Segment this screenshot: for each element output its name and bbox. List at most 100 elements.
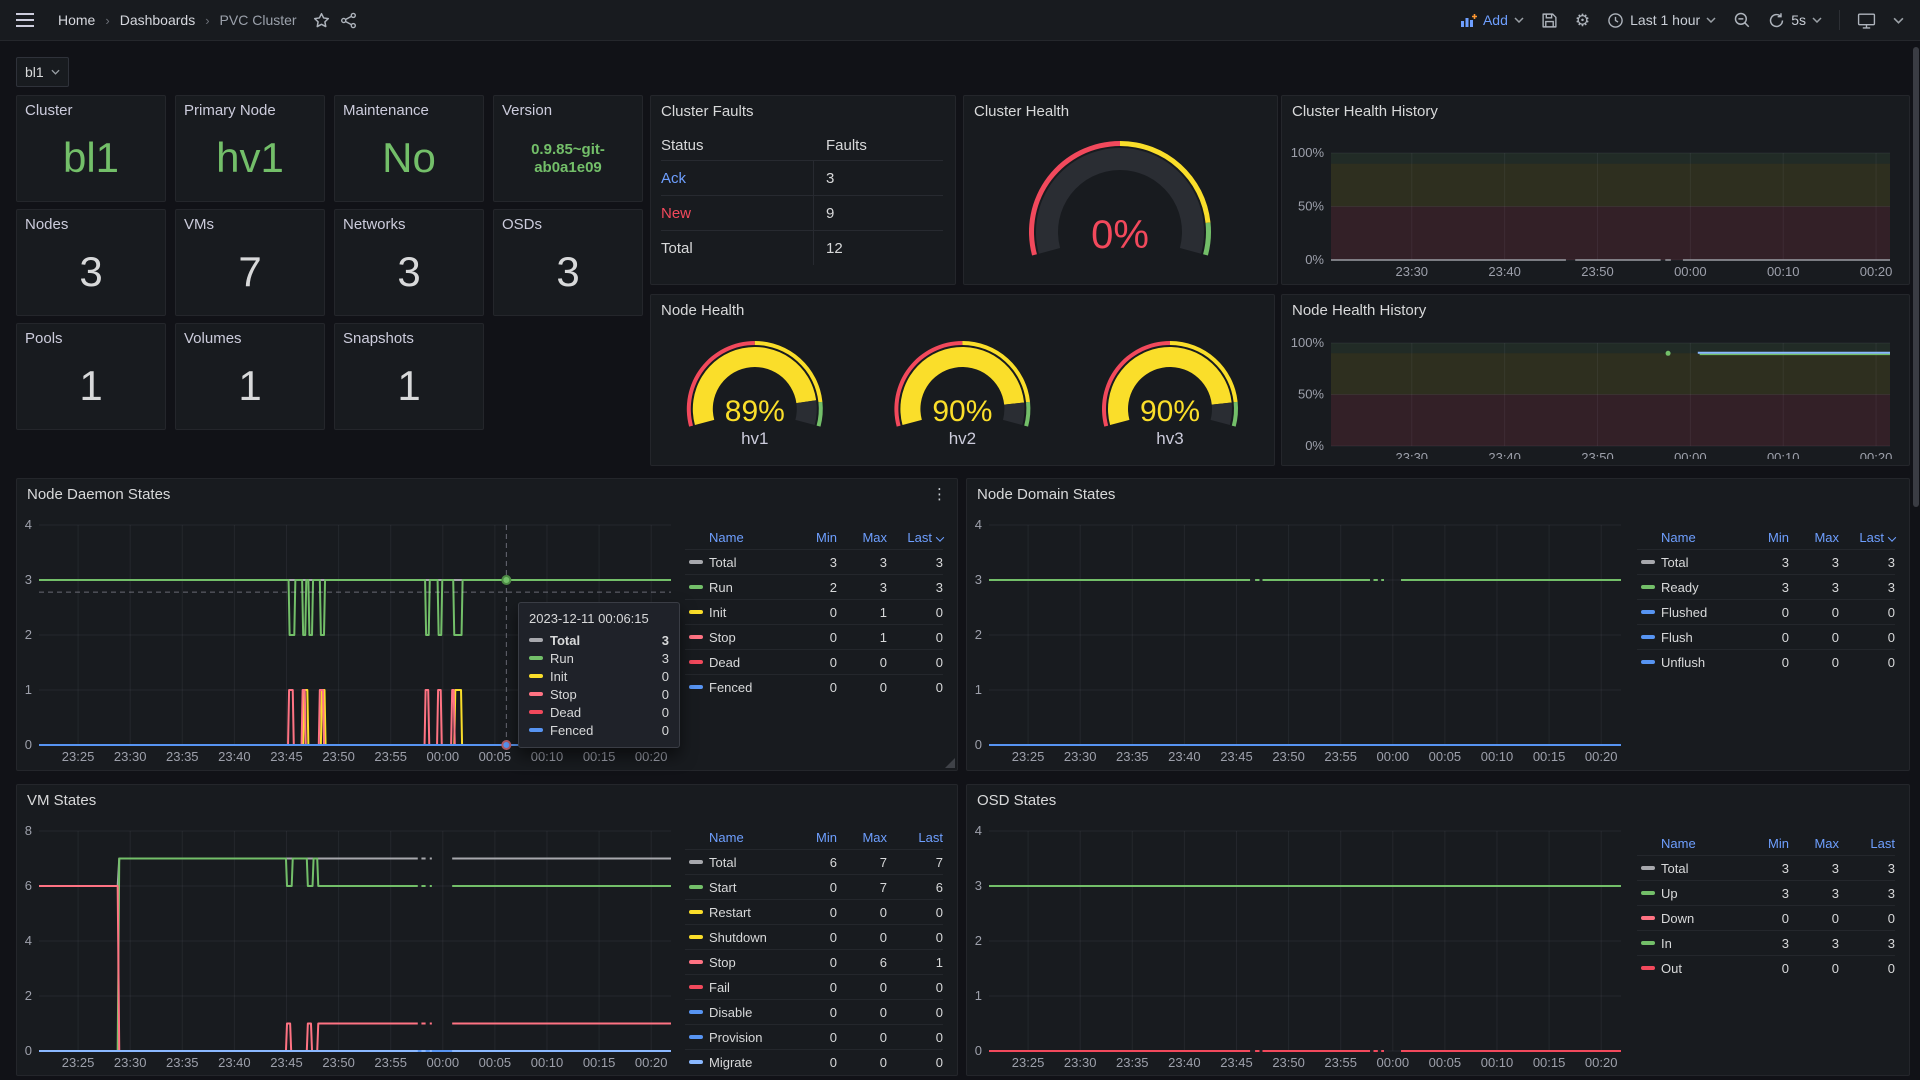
legend-row-migrate[interactable]: Migrate000 (685, 1049, 943, 1074)
panel-title[interactable]: OSD States (977, 792, 1056, 809)
cluster-faults-table: StatusFaultsAck3New9Total12 (661, 130, 943, 265)
legend-header-name[interactable]: Name (709, 830, 787, 845)
legend-header-min[interactable]: Min (1739, 530, 1789, 545)
zoom-out-icon[interactable] (1733, 11, 1751, 29)
cluster-health-history-chart[interactable]: 0%50%100%23:3023:4023:5000:0000:1000:20 (1284, 120, 1904, 278)
stat-tile-label: Networks (343, 216, 406, 233)
node-health-history-chart[interactable]: 0%50%100%23:3023:4023:5000:0000:1000:20 (1284, 319, 1904, 459)
breadcrumb-home[interactable]: Home (58, 12, 95, 28)
panel-resize-handle[interactable] (945, 758, 955, 768)
panel-title[interactable]: Node Health (661, 302, 744, 319)
legend-row-run[interactable]: Run233 (685, 574, 943, 599)
svg-text:4: 4 (25, 933, 32, 948)
panel-title[interactable]: Node Daemon States (27, 486, 170, 503)
legend-header-min[interactable]: Min (787, 830, 837, 845)
legend-series-name: Flush (1661, 630, 1739, 645)
legend-row-flush[interactable]: Flush000 (1637, 624, 1895, 649)
legend-row-stop[interactable]: Stop010 (685, 624, 943, 649)
panel-title[interactable]: Cluster Health (974, 103, 1069, 120)
series-color-swatch (689, 560, 703, 564)
chevron-down-icon[interactable] (1893, 17, 1904, 24)
tv-mode-icon[interactable] (1857, 12, 1876, 29)
save-dashboard-icon[interactable] (1541, 12, 1558, 29)
legend-min-value: 0 (787, 905, 837, 920)
legend-row-disable[interactable]: Disable000 (685, 999, 943, 1024)
legend-row-provision[interactable]: Provision000 (685, 1024, 943, 1049)
panel-title[interactable]: Cluster Health History (1292, 103, 1438, 120)
svg-text:00:00: 00:00 (427, 1055, 460, 1070)
panel-title[interactable]: Node Domain States (977, 486, 1115, 503)
stat-tile-cluster: Clusterbl1 (16, 95, 166, 202)
legend-row-total[interactable]: Total677 (685, 849, 943, 874)
legend-row-restart[interactable]: Restart000 (685, 899, 943, 924)
legend-last-value: 0 (887, 680, 943, 695)
vm-states-chart[interactable]: 0246823:2523:3023:3523:4023:4523:5023:55… (17, 811, 681, 1073)
legend-row-up[interactable]: Up333 (1637, 880, 1895, 905)
legend-row-start[interactable]: Start076 (685, 874, 943, 899)
panel-title[interactable]: VM States (27, 792, 96, 809)
legend-header-row: NameMinMaxLast (1637, 525, 1895, 549)
legend-row-fail[interactable]: Fail000 (685, 974, 943, 999)
legend-row-stop[interactable]: Stop061 (685, 949, 943, 974)
legend-row-flushed[interactable]: Flushed000 (1637, 599, 1895, 624)
panel-title[interactable]: Node Health History (1292, 302, 1426, 319)
legend-row-ready[interactable]: Ready333 (1637, 574, 1895, 599)
svg-text:00:05: 00:05 (479, 1055, 512, 1070)
svg-text:4: 4 (975, 823, 982, 838)
legend-last-value: 3 (1839, 861, 1895, 876)
legend-header-last[interactable]: Last (1839, 530, 1895, 545)
svg-text:0%: 0% (1091, 213, 1149, 257)
legend-header-min[interactable]: Min (787, 530, 837, 545)
legend-row-out[interactable]: Out000 (1637, 955, 1895, 980)
share-icon[interactable] (340, 12, 357, 29)
legend-header-max[interactable]: Max (837, 530, 887, 545)
legend-header-max[interactable]: Max (1789, 530, 1839, 545)
dashboard-settings-icon[interactable]: ⚙ (1575, 12, 1590, 29)
legend-row-unflush[interactable]: Unflush000 (1637, 649, 1895, 674)
menu-icon[interactable] (16, 13, 34, 27)
legend-header-min[interactable]: Min (1739, 836, 1789, 851)
legend-row-init[interactable]: Init010 (685, 599, 943, 624)
legend-header-max[interactable]: Max (837, 830, 887, 845)
legend-series-name: Stop (709, 955, 787, 970)
legend-header-last[interactable]: Last (887, 530, 943, 545)
legend-header-max[interactable]: Max (1789, 836, 1839, 851)
star-icon[interactable] (313, 12, 330, 29)
variable-dropdown-cluster[interactable]: bl1 (16, 57, 69, 87)
legend-last-value: 3 (1839, 886, 1895, 901)
legend-header-name[interactable]: Name (1661, 530, 1739, 545)
legend-row-down[interactable]: Down000 (1637, 905, 1895, 930)
legend-row-total[interactable]: Total333 (685, 549, 943, 574)
time-range-picker[interactable]: Last 1 hour (1607, 12, 1716, 29)
legend-row-fenced[interactable]: Fenced000 (685, 674, 943, 699)
legend-series-name: Dead (709, 655, 787, 670)
osd-states-chart[interactable]: 0123423:2523:3023:3523:4023:4523:5023:55… (967, 811, 1631, 1073)
node-domain-states-chart[interactable]: 0123423:2523:3023:3523:4023:4523:5023:55… (967, 505, 1631, 767)
breadcrumb-dashboards[interactable]: Dashboards (120, 12, 196, 28)
panel-menu-icon[interactable]: ⋮ (932, 485, 947, 503)
node-daemon-states-chart[interactable]: 0123423:2523:3023:3523:4023:4523:5023:55… (17, 505, 681, 767)
legend-last-value: 6 (887, 880, 943, 895)
legend-row-total[interactable]: Total333 (1637, 855, 1895, 880)
legend-header-name[interactable]: Name (1661, 836, 1739, 851)
faults-row-new: New9 (661, 195, 943, 230)
page-scrollbar[interactable] (1913, 47, 1919, 507)
legend-row-shutdown[interactable]: Shutdown000 (685, 924, 943, 949)
refresh-picker[interactable]: 5s (1768, 12, 1822, 29)
refresh-interval-label: 5s (1791, 12, 1806, 28)
legend-swatch-cell (1637, 560, 1661, 564)
legend-header-last[interactable]: Last (1839, 836, 1895, 851)
legend-header-last[interactable]: Last (887, 830, 943, 845)
svg-text:23:40: 23:40 (218, 1055, 251, 1070)
series-color-swatch (1641, 585, 1655, 589)
panel-title[interactable]: Cluster Faults (661, 103, 754, 120)
panel-node-daemon-states: Node Daemon States ⋮ 0123423:2523:3023:3… (16, 478, 958, 771)
legend-row-dead[interactable]: Dead000 (685, 649, 943, 674)
legend-series-name: Stop (709, 630, 787, 645)
legend-series-name: Restart (709, 905, 787, 920)
legend-header-name[interactable]: Name (709, 530, 787, 545)
svg-text:2: 2 (975, 933, 982, 948)
add-button[interactable]: Add (1460, 12, 1524, 28)
legend-row-total[interactable]: Total333 (1637, 549, 1895, 574)
legend-row-in[interactable]: In333 (1637, 930, 1895, 955)
